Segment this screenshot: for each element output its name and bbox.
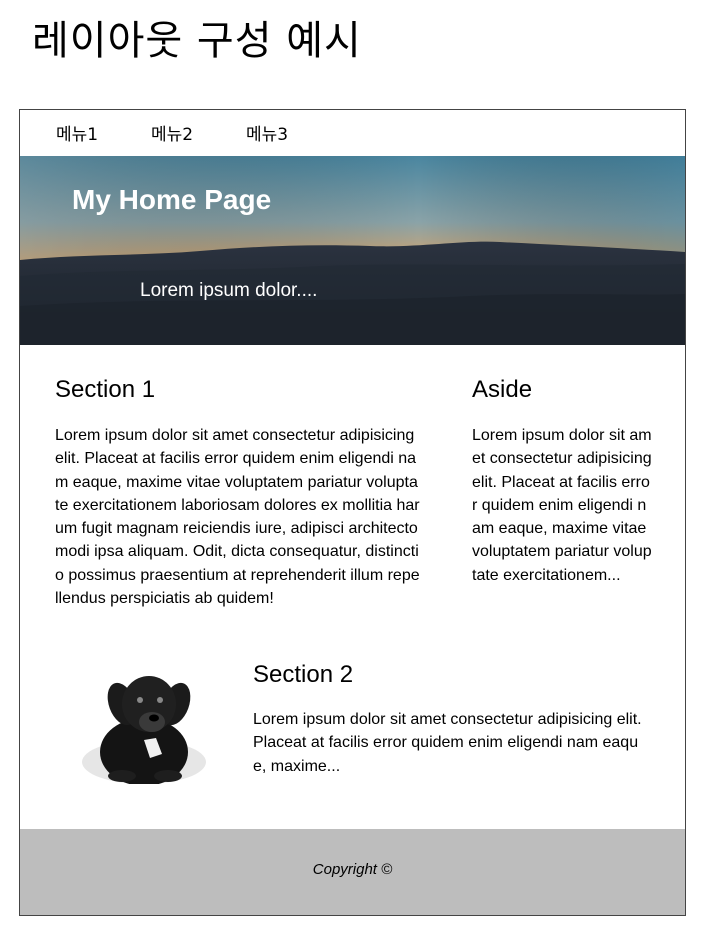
aside-heading: Aside — [472, 376, 533, 403]
puppy-image — [44, 654, 234, 786]
nav-item-menu2[interactable]: 메뉴2 — [151, 120, 193, 145]
top-nav: 메뉴1 메뉴2 메뉴3 — [20, 110, 685, 156]
page-title: 레이아웃 구성 예시 — [32, 18, 362, 64]
hero-subtitle: Lorem ipsum dolor.... — [140, 280, 318, 301]
aside-body: Lorem ipsum dolor sit amet consectetur a… — [472, 427, 652, 584]
section1-body: Lorem ipsum dolor sit amet consectetur a… — [55, 427, 420, 608]
nav-item-menu3[interactable]: 메뉴3 — [246, 120, 288, 145]
hero-banner: My Home Page Lorem ipsum dolor.... — [20, 156, 685, 345]
section2-body: Lorem ipsum dolor sit amet consectetur a… — [253, 711, 642, 775]
footer: Copyright © — [20, 829, 685, 915]
copyright-text: Copyright © — [312, 861, 393, 878]
layout-frame: 메뉴1 메뉴2 메뉴3 My Home Page Lorem ipsum dol… — [19, 109, 686, 916]
puppy-photo-icon — [44, 654, 234, 786]
nav-item-menu1[interactable]: 메뉴1 — [56, 120, 98, 145]
section2-heading: Section 2 — [253, 661, 354, 688]
section1-heading: Section 1 — [55, 376, 156, 403]
hero-title: My Home Page — [72, 184, 272, 215]
